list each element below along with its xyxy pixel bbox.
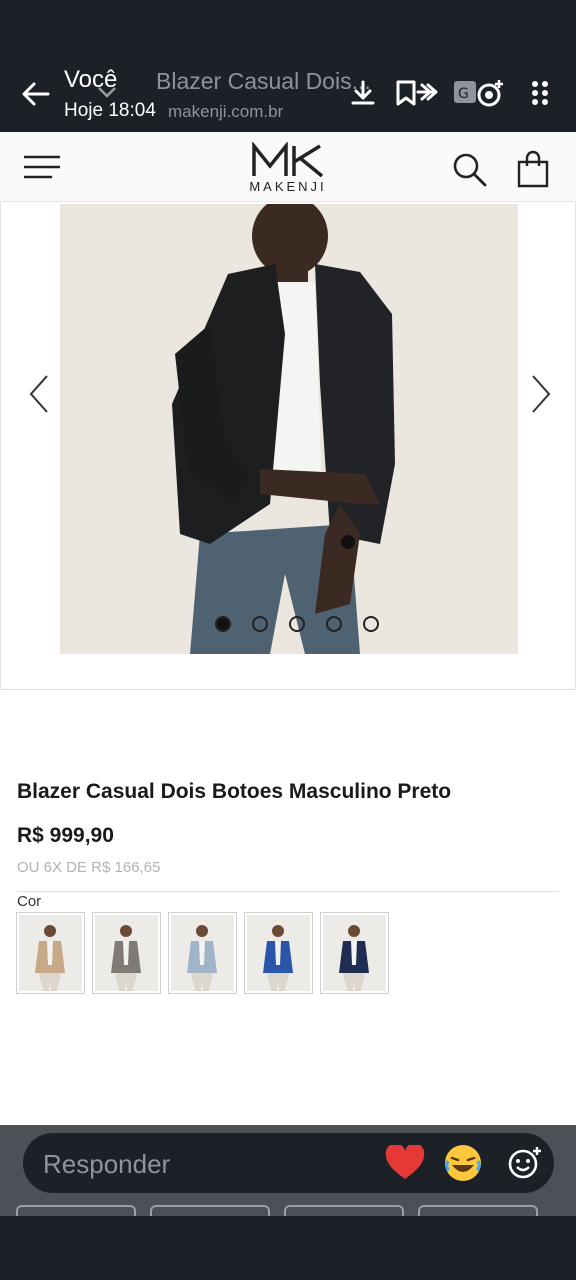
linked-page-title: Blazer Casual Dois... <box>156 68 371 94</box>
color-label: Cor <box>17 893 42 910</box>
color-swatch-azul-royal[interactable] <box>244 912 313 994</box>
product-price: R$ 999,90 <box>17 824 114 847</box>
gallery-dot[interactable] <box>363 616 379 632</box>
swatch-thumbnail <box>171 915 234 991</box>
gallery-dot[interactable] <box>215 616 231 632</box>
sender-name: Você <box>64 66 118 93</box>
gallery-pagination <box>215 616 379 632</box>
divider <box>17 891 559 892</box>
brand-logo[interactable]: MAKENJI <box>248 142 328 198</box>
installment-text: OU 6X DE R$ 166,65 <box>17 859 161 876</box>
sent-time: Hoje 18:04 <box>64 100 156 121</box>
forward-icon[interactable] <box>394 76 442 110</box>
color-swatch-list <box>16 912 389 994</box>
gallery-dot[interactable] <box>289 616 305 632</box>
previous-image-arrow-icon[interactable] <box>27 374 51 414</box>
shopping-bag-icon[interactable] <box>516 150 550 188</box>
swatch-thumbnail <box>323 915 386 991</box>
back-arrow-icon[interactable] <box>18 78 54 110</box>
swatch-thumbnail <box>95 915 158 991</box>
more-options-icon[interactable] <box>526 76 554 110</box>
add-emoji-icon[interactable] <box>507 1145 543 1181</box>
reply-bar: Responder <box>23 1133 554 1193</box>
color-swatch-cinza[interactable] <box>92 912 161 994</box>
screen: Blazer Casual Dois... makenji.com.br Voc… <box>0 0 576 1280</box>
download-icon[interactable] <box>346 76 380 110</box>
brand-wordmark: MAKENJI <box>249 179 327 194</box>
laughing-face-reaction-icon[interactable] <box>443 1143 483 1183</box>
product-gallery <box>0 202 576 690</box>
next-image-arrow-icon[interactable] <box>529 374 553 414</box>
reply-input[interactable]: Responder <box>43 1149 170 1180</box>
translate-lens-icon[interactable]: G <box>452 76 508 110</box>
search-icon[interactable] <box>452 152 488 188</box>
model-illustration <box>60 204 518 654</box>
gallery-dot[interactable] <box>252 616 268 632</box>
viewer-top-bar: Blazer Casual Dois... makenji.com.br Voc… <box>0 0 576 132</box>
product-photo[interactable] <box>60 204 518 654</box>
bottom-bar <box>0 1216 576 1280</box>
site-header: MAKENJI <box>0 132 576 202</box>
brand-logo-mark <box>252 142 324 178</box>
heart-reaction-icon[interactable] <box>385 1145 425 1181</box>
color-swatch-marinho[interactable] <box>320 912 389 994</box>
gallery-dot[interactable] <box>326 616 342 632</box>
svg-text:G: G <box>458 86 469 102</box>
color-swatch-bege[interactable] <box>16 912 85 994</box>
color-swatch-azul-claro[interactable] <box>168 912 237 994</box>
swatch-thumbnail <box>247 915 310 991</box>
menu-icon[interactable] <box>24 154 60 180</box>
linked-page-url: makenji.com.br <box>168 102 284 121</box>
product-title: Blazer Casual Dois Botoes Masculino Pret… <box>17 780 452 803</box>
swatch-thumbnail <box>19 915 82 991</box>
